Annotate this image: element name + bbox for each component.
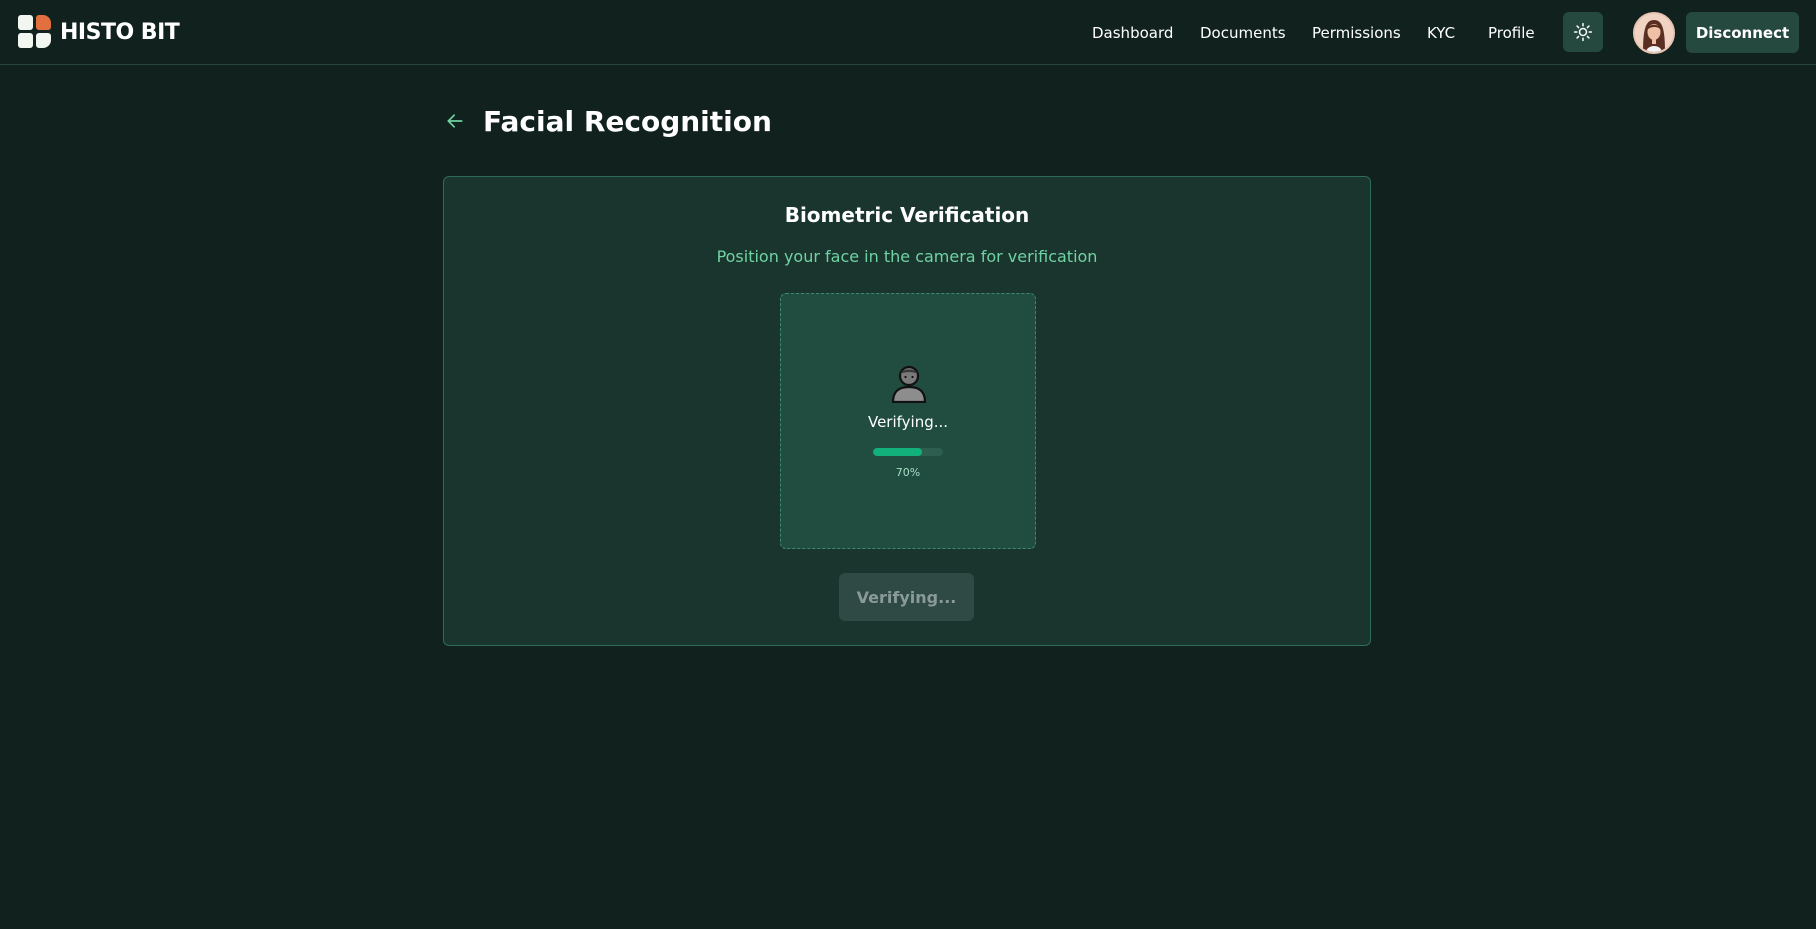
card-subtitle: Position your face in the camera for ver…: [716, 247, 1098, 266]
top-navigation-bar: HISTO BIT Dashboard Documents Permission…: [0, 0, 1816, 65]
person-icon: [891, 365, 927, 403]
verification-progress-fill: [873, 448, 922, 456]
nav-documents[interactable]: Documents: [1200, 24, 1286, 42]
logo-mark-icon: [18, 15, 52, 49]
disconnect-button[interactable]: Disconnect: [1686, 12, 1799, 53]
verification-progress-text: 70%: [895, 466, 921, 479]
brand-logo[interactable]: HISTO BIT: [18, 15, 180, 49]
nav-kyc[interactable]: KYC: [1427, 24, 1455, 42]
verify-button[interactable]: Verifying...: [839, 573, 974, 621]
nav-dashboard[interactable]: Dashboard: [1092, 24, 1173, 42]
card-title: Biometric Verification: [784, 203, 1030, 227]
theme-toggle-button[interactable]: [1563, 12, 1603, 52]
arrow-left-icon: [447, 114, 463, 128]
nav-permissions[interactable]: Permissions: [1312, 24, 1401, 42]
nav-profile[interactable]: Profile: [1488, 24, 1535, 42]
verification-progress-bar: [873, 448, 943, 456]
sun-icon: [1573, 22, 1593, 42]
user-avatar[interactable]: [1633, 12, 1675, 54]
page-title: Facial Recognition: [483, 105, 772, 138]
back-button[interactable]: [443, 109, 467, 133]
avatar-portrait-icon: [1635, 14, 1673, 52]
biometric-verification-card: Biometric Verification Position your fac…: [443, 176, 1371, 646]
brand-name: HISTO BIT: [60, 19, 180, 45]
camera-viewport: Verifying... 70%: [780, 293, 1036, 549]
verification-status: Verifying...: [867, 413, 949, 431]
